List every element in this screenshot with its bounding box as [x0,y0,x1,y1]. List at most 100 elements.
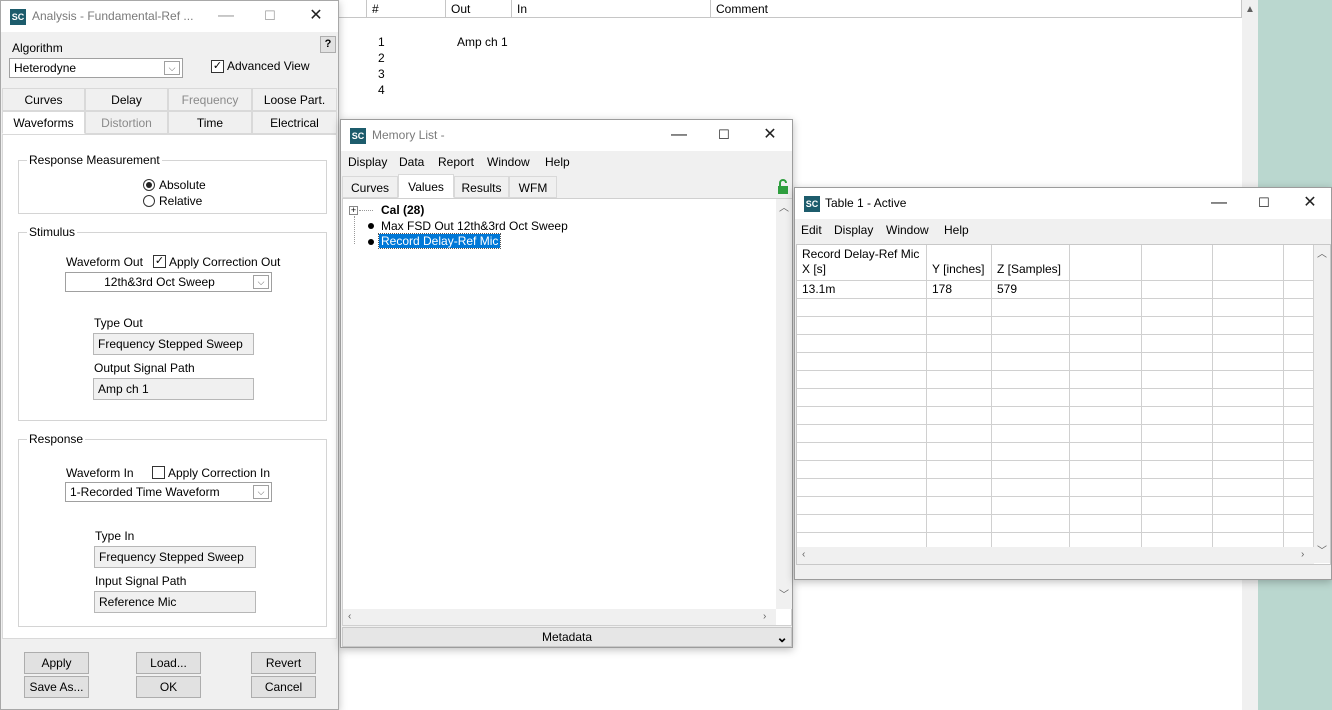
table-cell[interactable] [1284,479,1314,497]
table-cell[interactable] [1142,515,1213,533]
table-cell[interactable] [1142,425,1213,443]
table-cell[interactable] [797,515,927,533]
grid-col-out[interactable]: Out [445,0,511,18]
column-header-y[interactable]: Y [inches] [927,245,992,281]
table-cell[interactable] [1070,299,1142,317]
table-cell[interactable] [992,407,1070,425]
table-cell[interactable] [927,335,992,353]
minimize-icon[interactable]: — [664,124,694,146]
table-cell[interactable] [1070,461,1142,479]
grid-col-num[interactable]: # [366,0,446,18]
table-cell[interactable] [1213,335,1284,353]
table-cell[interactable] [797,497,927,515]
table-cell[interactable] [992,515,1070,533]
menu-display[interactable]: Display [834,223,873,237]
table-cell[interactable] [1070,353,1142,371]
table-cell[interactable] [1070,515,1142,533]
cancel-button[interactable]: Cancel [251,676,316,698]
tree-vertical-scrollbar[interactable]: ︿ ﹀ [776,199,792,609]
metadata-bar[interactable]: Metadata ⌄ [342,627,792,647]
table-cell[interactable] [1070,443,1142,461]
table-cell[interactable] [1070,425,1142,443]
column-header-z[interactable]: Z [Samples] [992,245,1070,281]
tab-frequency[interactable]: Frequency [168,88,252,111]
menu-window[interactable]: Window [886,223,929,237]
relative-radio[interactable] [143,195,155,207]
table-cell[interactable] [1070,335,1142,353]
grid-col-in[interactable]: In [511,0,711,18]
table-cell[interactable] [927,371,992,389]
table-cell[interactable] [927,515,992,533]
table-cell[interactable] [992,461,1070,479]
table-cell[interactable] [797,425,927,443]
table-cell[interactable] [1213,443,1284,461]
tab-wfm[interactable]: WFM [509,176,557,198]
chevron-down-icon[interactable]: ⌵ [164,61,180,75]
tab-electrical[interactable]: Electrical [252,111,337,134]
table-cell[interactable] [992,371,1070,389]
table-cell[interactable] [927,299,992,317]
scroll-down-icon[interactable]: ﹀ [1317,547,1327,557]
scroll-up-icon[interactable]: ︿ [779,204,789,214]
table-cell[interactable] [992,317,1070,335]
table-cell[interactable] [992,389,1070,407]
table-cell[interactable] [1213,497,1284,515]
analysis-titlebar[interactable]: SC Analysis - Fundamental-Ref ... — ☐ ✕ [1,1,338,32]
minimize-icon[interactable]: — [1204,192,1234,214]
menu-report[interactable]: Report [438,155,474,169]
scroll-down-icon[interactable]: ﹀ [779,591,789,601]
table-cell[interactable] [797,371,927,389]
ok-button[interactable]: OK [136,676,201,698]
help-button[interactable]: ? [320,36,336,53]
table-cell[interactable] [1070,479,1142,497]
table-cell[interactable] [1213,299,1284,317]
table-cell[interactable] [1213,425,1284,443]
grid-col-comment[interactable]: Comment [710,0,1242,18]
table-cell[interactable]: 579 [992,281,1070,299]
table-cell[interactable] [1213,281,1284,299]
advanced-view-checkbox[interactable]: ✓ [211,60,224,73]
table-cell[interactable] [992,443,1070,461]
table-cell[interactable] [927,461,992,479]
scroll-left-icon[interactable]: ‹ [802,550,805,560]
table-cell[interactable] [797,353,927,371]
tab-time[interactable]: Time [168,111,252,134]
table-cell[interactable] [927,443,992,461]
table-cell[interactable] [1142,317,1213,335]
table-cell[interactable] [797,389,927,407]
table-cell[interactable] [1213,407,1284,425]
table-cell[interactable] [992,299,1070,317]
table-cell[interactable] [1070,389,1142,407]
table-cell[interactable] [1142,389,1213,407]
table-cell[interactable] [992,353,1070,371]
chevron-down-icon[interactable]: ⌵ [253,485,269,499]
table-cell[interactable] [1284,353,1314,371]
table-cell[interactable] [1142,299,1213,317]
table-cell[interactable] [1284,299,1314,317]
menu-data[interactable]: Data [399,155,424,169]
table-cell[interactable] [1284,371,1314,389]
tree-item-selected[interactable]: Record Delay-Ref Mic [377,233,502,249]
apply-button[interactable]: Apply [24,652,89,674]
tab-curves[interactable]: Curves [2,88,85,111]
table-cell[interactable] [1213,371,1284,389]
table-cell[interactable] [797,479,927,497]
table-cell[interactable] [1142,461,1213,479]
table-cell[interactable] [1142,497,1213,515]
save-as-button[interactable]: Save As... [24,676,89,698]
table-cell[interactable] [797,407,927,425]
tree-item[interactable]: Max FSD Out 12th&3rd Oct Sweep [381,219,568,233]
table-cell[interactable] [1142,371,1213,389]
tab-distortion[interactable]: Distortion [85,111,168,134]
menu-window[interactable]: Window [487,155,530,169]
table-cell[interactable] [1284,389,1314,407]
table-cell[interactable] [927,479,992,497]
column-header-x[interactable]: Record Delay-Ref Mic X [s] [797,245,927,281]
menu-help[interactable]: Help [944,223,969,237]
table-cell[interactable] [1142,281,1213,299]
table-cell[interactable] [992,497,1070,515]
absolute-radio[interactable] [143,179,155,191]
scroll-up-icon[interactable]: ︿ [1317,250,1327,260]
table-cell[interactable] [1213,317,1284,335]
column-header[interactable] [1213,245,1284,281]
